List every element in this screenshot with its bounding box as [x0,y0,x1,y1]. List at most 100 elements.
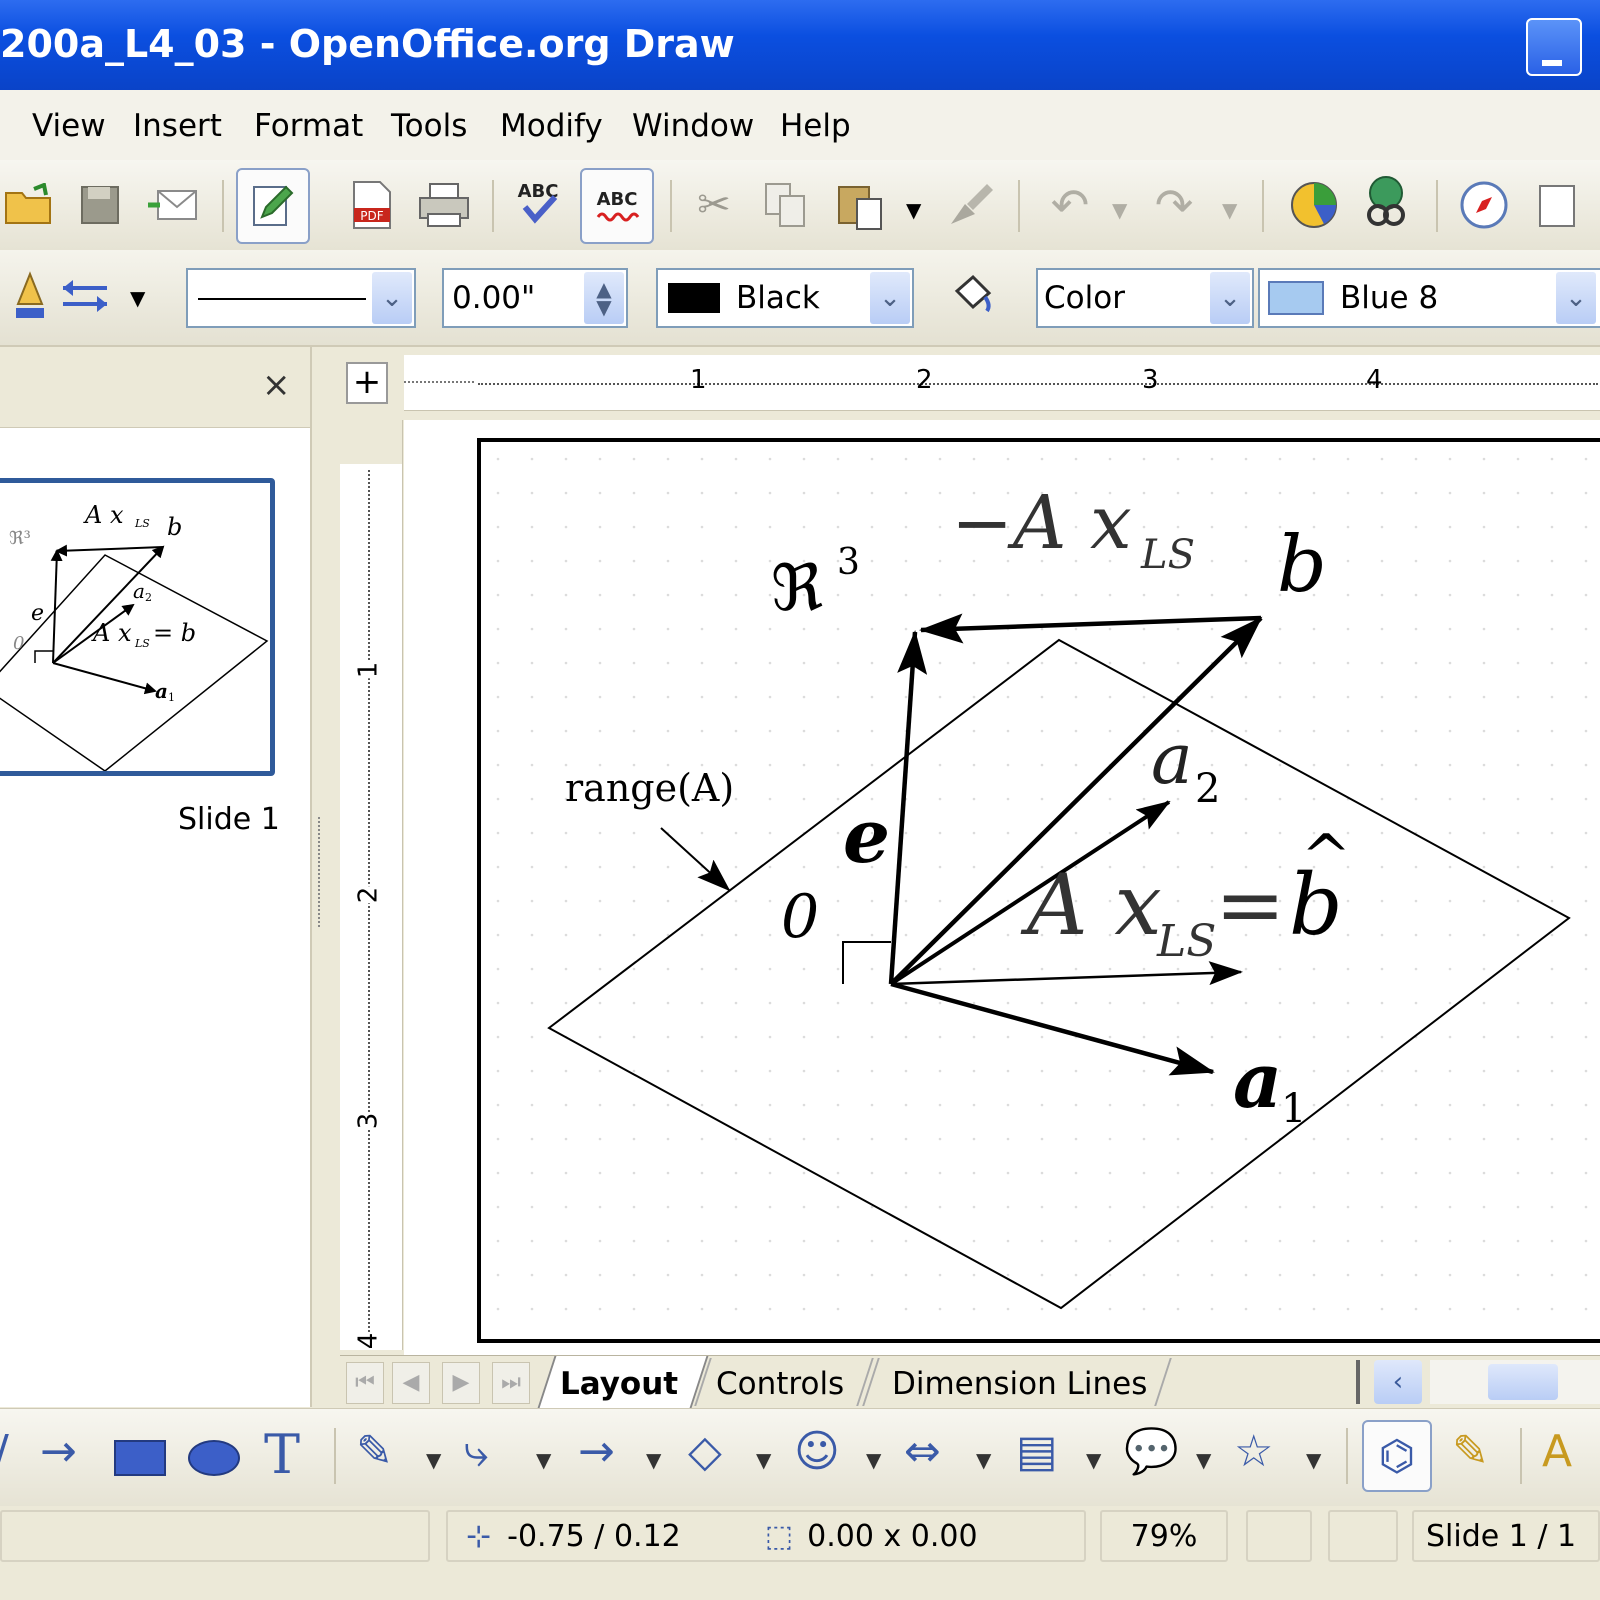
area-color-dropdown-icon[interactable]: ⌄ [1556,272,1596,324]
tab-type-icon[interactable]: + [346,362,388,404]
minimize-button[interactable] [1526,18,1582,76]
first-tab-icon[interactable]: ⏮ [346,1362,384,1404]
cut-icon[interactable]: ✂ [684,175,744,235]
tab-dimension-lines[interactable]: Dimension Lines [892,1366,1147,1402]
undo-dropdown-icon[interactable]: ▼ [1112,198,1127,222]
stars-icon[interactable]: ☆ [1234,1430,1273,1474]
gallery-icon[interactable] [1526,175,1586,235]
connector-dropdown-icon[interactable]: ▼ [536,1448,551,1472]
basic-shapes-icon[interactable]: ◇ [688,1430,722,1474]
copy-icon[interactable] [756,175,816,235]
tab-layout[interactable]: Layout [560,1366,678,1402]
rectangle-tool-icon[interactable] [114,1440,166,1476]
horizontal-scrollbar[interactable] [1430,1360,1600,1404]
line-color-select[interactable]: Black ⌄ [656,268,914,328]
vertical-ruler[interactable]: 1 2 3 4 [340,420,403,1350]
menu-window[interactable]: Window [632,108,754,144]
window-title: 200a_L4_03 - OpenOffice.org Draw [0,22,735,66]
tab-scroll-divider[interactable] [1356,1360,1360,1404]
black-swatch [668,283,720,313]
save-icon[interactable] [70,175,130,235]
open-folder-icon[interactable] [0,175,60,235]
drawing-page[interactable]: ℜ 3 −A x LS b a 2 e 0 range(A) A x LS = … [477,438,1600,1343]
stars-dropdown-icon[interactable]: ▼ [1306,1448,1321,1472]
menu-insert[interactable]: Insert [133,108,222,144]
flowchart-dropdown-icon[interactable]: ▼ [1086,1448,1101,1472]
scroll-left-icon[interactable]: ‹ [1374,1360,1422,1404]
paste-dropdown-icon[interactable]: ▼ [906,198,921,222]
menu-tools[interactable]: Tools [391,108,467,144]
fontwork-icon[interactable]: A [1542,1430,1572,1474]
symbol-shapes-icon[interactable]: ☺ [794,1430,840,1474]
thumb-e-label: e [31,601,45,626]
block-arrows-icon[interactable]: ⇔ [904,1430,941,1474]
line-width-spinner[interactable]: 0.00" ▲ ▼ [442,268,628,328]
hat-accent: ^ [1301,822,1352,892]
menu-modify[interactable]: Modify [500,108,603,144]
area-color-select[interactable]: Blue 8 ⌄ [1258,268,1600,328]
slide-indicator-field: Slide 1 / 1 [1412,1510,1600,1562]
email-icon[interactable] [143,175,203,235]
area-style-dropdown-icon[interactable]: ⌄ [1210,272,1250,324]
ruler-h-1: 1 [690,365,707,395]
edit-file-icon[interactable] [236,168,310,244]
curve-dropdown-icon[interactable]: ▼ [426,1448,441,1472]
line-style-pen-icon[interactable] [0,266,60,326]
callouts-dropdown-icon[interactable]: ▼ [1196,1448,1211,1472]
arrow-style-icon[interactable] [56,266,116,326]
area-fill-bucket-icon[interactable] [942,266,1002,326]
export-pdf-icon[interactable]: PDF [342,175,402,235]
undo-icon[interactable]: ↶ [1040,175,1100,235]
menu-help[interactable]: Help [780,108,851,144]
slide-thumbnail[interactable]: A x LS b ℜ³ a 2 e 0 A x LS = b a 1 [0,478,275,776]
scroll-thumb[interactable] [1488,1364,1558,1400]
points-tool-icon[interactable]: ⌬ [1362,1420,1432,1492]
print-icon[interactable] [414,175,474,235]
line-arrow-tool-icon[interactable]: → [40,1430,77,1474]
line-color-dropdown-icon[interactable]: ⌄ [870,272,910,324]
redo-icon[interactable]: ↷ [1144,175,1204,235]
curve-tool-icon[interactable]: ✎ [356,1430,393,1474]
flowchart-icon[interactable]: ▤ [1016,1430,1058,1474]
close-pane-icon[interactable]: × [262,365,291,405]
window-bottom-edge [0,1568,1600,1600]
arrow-style-dropdown-icon[interactable]: ▼ [130,286,145,310]
navigator-icon[interactable] [1454,175,1514,235]
autospellcheck-icon[interactable]: ABC [580,168,654,244]
size-value: 0.00 x 0.00 [807,1518,978,1554]
ellipse-tool-icon[interactable] [188,1440,240,1476]
status-empty-field [0,1510,430,1562]
menu-format[interactable]: Format [254,108,363,144]
hyperlink-icon[interactable] [1356,172,1416,232]
zoom-value: 79% [1130,1518,1198,1554]
symbol-shapes-dropdown-icon[interactable]: ▼ [866,1448,881,1472]
line-tool-icon[interactable]: / [0,1430,9,1474]
glue-points-icon[interactable]: ✎ [1452,1430,1489,1474]
text-tool-icon[interactable]: T [264,1428,300,1482]
spin-arrows-icon[interactable]: ▲ ▼ [584,272,624,324]
pane-splitter[interactable] [312,347,334,1407]
callouts-icon[interactable]: 💬 [1124,1430,1179,1474]
basic-shapes-dropdown-icon[interactable]: ▼ [756,1448,771,1472]
spellcheck-icon[interactable]: ABC [508,172,568,232]
zoom-field[interactable]: 79% [1100,1510,1228,1562]
last-tab-icon[interactable]: ⏭ [492,1362,530,1404]
thumb-zero-label: 0 [13,633,25,654]
redo-dropdown-icon[interactable]: ▼ [1222,198,1237,222]
connector-tool-icon[interactable]: ⤷ [464,1430,489,1474]
chart-icon[interactable] [1284,175,1344,235]
next-tab-icon[interactable]: ▶ [442,1362,480,1404]
lines-arrows-dropdown-icon[interactable]: ▼ [646,1448,661,1472]
line-style-dropdown-icon[interactable]: ⌄ [372,272,412,324]
lines-arrows-tool-icon[interactable]: → [578,1430,615,1474]
area-style-select[interactable]: Color ⌄ [1036,268,1254,328]
tab-controls[interactable]: Controls [716,1366,844,1402]
position-icon: ⊹ [466,1518,492,1554]
paste-icon[interactable] [830,175,890,235]
block-arrows-dropdown-icon[interactable]: ▼ [976,1448,991,1472]
prev-tab-icon[interactable]: ◀ [392,1362,430,1404]
clone-formatting-icon[interactable] [940,175,1000,235]
line-style-select[interactable]: ⌄ [186,268,416,328]
horizontal-ruler[interactable]: 1 2 3 4 [404,355,1600,411]
menu-view[interactable]: View [32,108,106,144]
